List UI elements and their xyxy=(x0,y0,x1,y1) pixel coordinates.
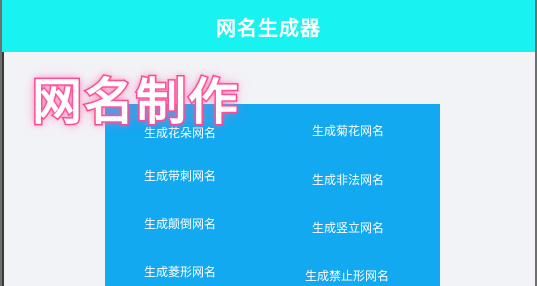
generate-upside-down-name-button[interactable]: 生成颠倒网名 xyxy=(144,215,216,232)
generate-illegal-name-button[interactable]: 生成非法网名 xyxy=(312,171,384,188)
app-header: 网名生成器 xyxy=(2,0,535,52)
app-window: 网名生成器 生成花朵网名 生成菊花网名 生成带刺网名 生成非法网名 生成颠倒网名… xyxy=(2,0,535,286)
app-title: 网名生成器 xyxy=(216,15,321,40)
generate-forbidden-shape-name-button[interactable]: 生成禁止形网名 xyxy=(305,267,389,284)
generate-chrysanthemum-name-button[interactable]: 生成菊花网名 xyxy=(312,122,384,139)
overlay-title: 网名制作 xyxy=(31,72,240,133)
window-edge xyxy=(2,50,4,286)
generate-vertical-name-button[interactable]: 生成竖立网名 xyxy=(312,219,384,236)
generate-diamond-name-button[interactable]: 生成菱形网名 xyxy=(144,263,216,280)
generate-thorn-name-button[interactable]: 生成带刺网名 xyxy=(144,167,216,184)
